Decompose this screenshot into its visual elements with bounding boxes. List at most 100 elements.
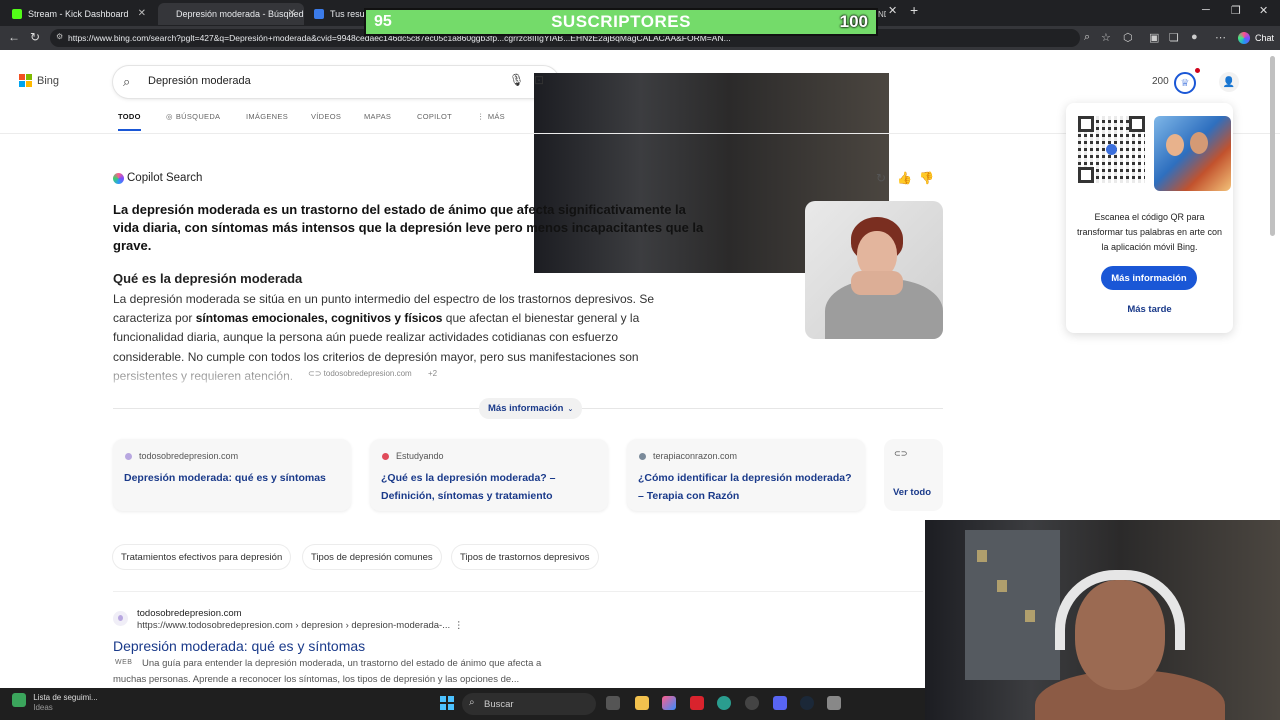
start-icon[interactable]	[440, 696, 454, 710]
close-icon[interactable]: ✕	[138, 8, 146, 19]
art-figure	[1166, 134, 1184, 156]
qr-code-image	[1078, 116, 1145, 183]
back-icon[interactable]: ←	[8, 30, 20, 44]
microphone-icon[interactable]: 🎙	[509, 73, 524, 87]
qr-finder	[1078, 167, 1094, 183]
wps-office-icon[interactable]	[690, 696, 704, 710]
page-scrollbar[interactable]	[1270, 56, 1275, 236]
split-screen-icon[interactable]: ▣	[1149, 31, 1159, 44]
source-title[interactable]: ¿Qué es la depresión moderada? – Definic…	[381, 469, 601, 505]
webcam-window	[997, 580, 1007, 592]
tab-bing[interactable]: Depresión moderada - Búsqueda ✕	[158, 3, 304, 25]
result-site-name[interactable]: todosobredepresion.com	[137, 608, 242, 619]
rewards-points[interactable]: 200	[1152, 76, 1169, 87]
result-tag: WEB	[115, 659, 133, 666]
site-info-icon[interactable]: ⚙	[56, 32, 63, 41]
thumbs-up-icon[interactable]: 👍	[897, 171, 912, 185]
more-options-icon[interactable]: ⋯	[1215, 31, 1226, 44]
result-title-link[interactable]: Depresión moderada: qué es y síntomas	[113, 638, 365, 654]
tab-todo[interactable]: TODO	[118, 112, 141, 131]
close-icon[interactable]: ✕	[888, 4, 897, 17]
site-favicon-icon	[382, 452, 389, 460]
tab-results[interactable]: Tus resultac	[306, 3, 366, 25]
file-explorer-icon[interactable]	[635, 696, 649, 710]
watchlist-sub: Ideas	[33, 703, 53, 712]
source-card[interactable]: Estudyando ¿Qué es la depresión moderada…	[370, 439, 608, 511]
see-all-card[interactable]: ⊂⊃ Ver todo	[884, 439, 943, 511]
source-domain-text: terapiaconrazon.com	[653, 451, 738, 461]
site-favicon-icon	[639, 452, 646, 460]
copilot-answer: La depresión moderada es un trastorno de…	[113, 202, 704, 253]
copilot-icon	[1238, 32, 1250, 44]
watchlist-widget[interactable]: Lista de seguimi... Ideas	[12, 693, 98, 713]
citation-link[interactable]: ⊂⊃ todosobredepresion.com	[308, 369, 412, 378]
source-title[interactable]: ¿Cómo identificar la depresión moderada?…	[638, 469, 858, 505]
related-chip[interactable]: Tipos de trastornos depresivos	[452, 545, 598, 569]
webcam-window	[977, 550, 987, 562]
rewards-icon[interactable]: ♕	[1174, 72, 1196, 94]
regenerate-icon[interactable]: ↻	[876, 171, 886, 185]
citation-more[interactable]: +2	[428, 369, 437, 378]
thumbs-down-icon[interactable]: 👎	[919, 171, 934, 185]
more-vertical-icon[interactable]: ⋮	[454, 620, 464, 631]
profile-avatar[interactable]: ●	[1191, 31, 1198, 43]
tab-kick[interactable]: Stream - Kick Dashboard ✕	[4, 3, 154, 25]
qr-later-link[interactable]: Más tarde	[1066, 304, 1233, 315]
copilot-app-icon[interactable]	[662, 696, 676, 710]
tab-favicon	[314, 9, 324, 19]
related-chip[interactable]: Tratamientos efectivos para depresión	[113, 545, 291, 569]
source-domain-text: todosobredepresion.com	[139, 451, 239, 461]
tab-videos[interactable]: VÍDEOS	[311, 112, 341, 121]
qr-finder	[1078, 116, 1094, 132]
qr-more-info-button[interactable]: Más información	[1101, 266, 1197, 290]
bing-logo-text: Bing	[37, 74, 60, 87]
bing-qr-logo-icon	[1106, 144, 1117, 155]
minimize-icon[interactable]: ─	[1202, 4, 1210, 16]
answer-heading: Qué es la depresión moderada	[113, 271, 303, 286]
extension-icon[interactable]: ⬡	[1123, 31, 1133, 44]
user-icon[interactable]: 👤	[1219, 72, 1239, 92]
promo-art-image	[1154, 116, 1231, 191]
obs-icon[interactable]	[745, 696, 759, 710]
collections-icon[interactable]: ❏	[1169, 31, 1179, 44]
tab-busqueda[interactable]: ◎ BÚSQUEDA	[166, 112, 220, 121]
window-close-icon[interactable]: ✕	[1259, 4, 1268, 17]
tab-imagenes[interactable]: IMÁGENES	[246, 112, 288, 121]
tab-copilot[interactable]: COPILOT	[417, 112, 452, 121]
source-card[interactable]: terapiaconrazon.com ¿Cómo identificar la…	[627, 439, 865, 511]
chevron-down-icon: ⌄	[567, 405, 574, 413]
zoom-icon[interactable]: ⌕	[1084, 31, 1090, 44]
windows-taskbar: Lista de seguimi... Ideas ⌕ Buscar	[0, 688, 925, 720]
notification-dot	[1195, 68, 1200, 73]
result-url[interactable]: https://www.todosobredepresion.com › dep…	[137, 620, 464, 631]
source-card[interactable]: todosobredepresion.com Depresión moderad…	[113, 439, 351, 511]
copilot-icon	[113, 172, 124, 184]
new-tab-icon[interactable]: +	[910, 2, 918, 18]
related-chip[interactable]: Tipos de depresión comunes	[303, 545, 441, 569]
search-icon[interactable]: ⌕	[123, 74, 130, 90]
copilot-chat-button[interactable]: Chat	[1234, 29, 1276, 47]
task-view-icon[interactable]	[606, 696, 620, 710]
more-info-button[interactable]: Más información ⌄	[479, 398, 583, 419]
bing-logo[interactable]: Bing	[19, 74, 59, 87]
steam-icon[interactable]	[800, 696, 814, 710]
reload-icon[interactable]: ↻	[30, 30, 40, 44]
source-title[interactable]: Depresión moderada: qué es y síntomas	[124, 469, 344, 487]
edge-browser-icon[interactable]	[717, 696, 731, 710]
discord-icon[interactable]	[773, 696, 787, 710]
microsoft-logo-icon	[19, 74, 32, 87]
calculator-icon[interactable]	[827, 696, 841, 710]
source-domain-text: Estudyando	[396, 451, 444, 461]
copilot-search-icon: ◎	[166, 112, 173, 121]
taskbar-search-label: Buscar	[484, 699, 514, 710]
close-icon[interactable]: ✕	[288, 8, 296, 19]
search-input[interactable]	[148, 75, 468, 87]
maximize-icon[interactable]: ❐	[1231, 4, 1241, 17]
tab-label: Stream - Kick Dashboard	[28, 9, 129, 19]
answer-image[interactable]	[805, 201, 943, 339]
tab-mas[interactable]: ⋮ MÁS	[477, 112, 505, 121]
more-vertical-icon: ⋮	[477, 112, 485, 121]
tab-mapas[interactable]: MAPAS	[364, 112, 391, 121]
favorite-star-icon[interactable]: ☆	[1101, 31, 1111, 44]
taskbar-search[interactable]: ⌕ Buscar	[462, 693, 596, 715]
